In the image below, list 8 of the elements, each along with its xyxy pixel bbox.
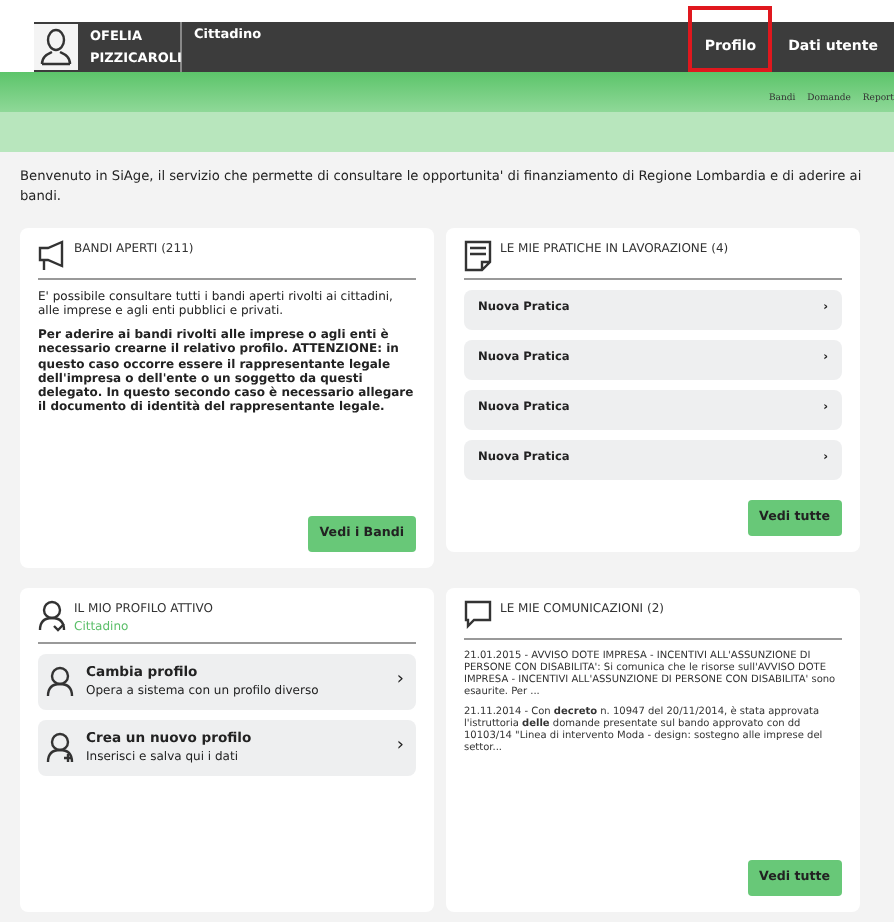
megaphone-icon [38,239,66,272]
chevron-icon: › [396,668,404,696]
user-icon [46,665,74,698]
chevron-icon: › [396,734,404,762]
user-check-icon [38,599,66,632]
user-icon [46,731,74,764]
document-icon [464,239,492,272]
speech-bubble-icon [464,599,492,632]
